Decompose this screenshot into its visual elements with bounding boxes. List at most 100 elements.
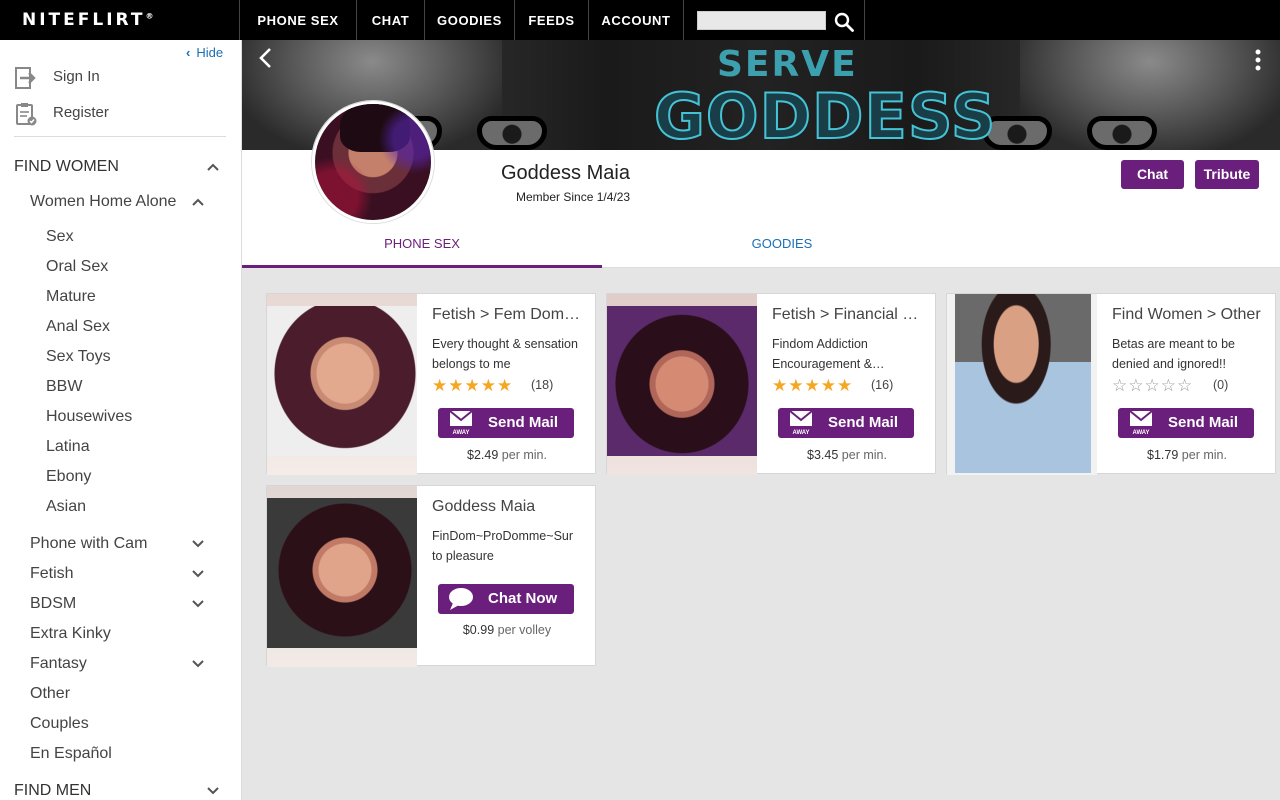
send-mail-button[interactable]: AWAY Send Mail bbox=[778, 408, 914, 438]
rating-stars: ★★★★★ bbox=[772, 376, 854, 395]
sidebar-item-phone-with-cam[interactable]: Phone with Cam bbox=[30, 535, 147, 553]
register-label: Register bbox=[53, 104, 109, 121]
sidebar-item-bdsm[interactable]: BDSM bbox=[30, 595, 76, 613]
avatar[interactable] bbox=[312, 101, 434, 223]
sidebar-item-bbw[interactable]: BBW bbox=[46, 378, 82, 396]
chat-now-label: Chat Now bbox=[488, 590, 558, 607]
svg-text:AWAY: AWAY bbox=[792, 430, 809, 436]
sidebar-item-oral-sex[interactable]: Oral Sex bbox=[46, 258, 108, 276]
listing-description: FinDom~ProDomme~Sur to pleasure bbox=[432, 529, 574, 563]
nav-goodies[interactable]: GOODIES bbox=[425, 0, 514, 40]
tab-phone-sex[interactable]: PHONE SEX bbox=[242, 236, 602, 268]
sign-in-label: Sign In bbox=[53, 68, 100, 85]
mail-away-icon: AWAY bbox=[789, 410, 813, 436]
nav-chat[interactable]: CHAT bbox=[357, 0, 424, 40]
nav-feeds[interactable]: FEEDS bbox=[515, 0, 588, 40]
sidebar-item-housewives[interactable]: Housewives bbox=[46, 408, 132, 426]
sidebar-item-latina[interactable]: Latina bbox=[46, 438, 90, 456]
chevron-down-icon[interactable] bbox=[192, 538, 204, 550]
find-men-header[interactable]: FIND MEN bbox=[14, 782, 91, 800]
listing-card[interactable]: Fetish > Financial D… Findom Addiction E… bbox=[606, 293, 936, 475]
listing-title[interactable]: Find Women > Other bbox=[1112, 306, 1267, 324]
listing-card[interactable]: Goddess Maia FinDom~ProDomme~Sur to plea… bbox=[266, 485, 596, 667]
member-since: Member Since 1/4/23 bbox=[516, 190, 631, 204]
svg-text:AWAY: AWAY bbox=[1132, 430, 1149, 436]
listing-title[interactable]: Fetish > Fem Dom… bbox=[432, 306, 587, 324]
sidebar-item-mature[interactable]: Mature bbox=[46, 288, 96, 306]
more-options-icon[interactable] bbox=[1252, 49, 1264, 71]
search-icon[interactable] bbox=[834, 12, 854, 32]
sidebar-item-couples[interactable]: Couples bbox=[30, 715, 89, 733]
sidebar-item-en-espanol[interactable]: En Español bbox=[30, 745, 112, 763]
review-count[interactable]: (0) bbox=[1213, 378, 1228, 392]
send-mail-label: Send Mail bbox=[1168, 414, 1239, 431]
chevron-down-icon[interactable] bbox=[192, 658, 204, 670]
nav-account[interactable]: ACCOUNT bbox=[589, 0, 683, 40]
chat-button[interactable]: Chat bbox=[1121, 160, 1184, 189]
chevron-left-icon: ‹ bbox=[186, 45, 191, 60]
sidebar-item-extra-kinky[interactable]: Extra Kinky bbox=[30, 625, 111, 643]
send-mail-button[interactable]: AWAY Send Mail bbox=[438, 408, 574, 438]
review-count[interactable]: (18) bbox=[531, 378, 553, 392]
sidebar-divider bbox=[14, 136, 226, 137]
sign-in-icon bbox=[15, 67, 36, 89]
listing-photo[interactable] bbox=[947, 294, 1097, 475]
search-input[interactable] bbox=[697, 11, 826, 30]
tribute-button[interactable]: Tribute bbox=[1195, 160, 1259, 189]
top-nav: NITEFLIRT® PHONE SEX CHAT GOODIES FEEDS … bbox=[0, 0, 1280, 40]
sidebar: ‹ Hide Sign In Register FIND WOMEN Women … bbox=[0, 40, 242, 800]
chevron-down-icon[interactable] bbox=[192, 598, 204, 610]
back-arrow-icon[interactable] bbox=[256, 46, 276, 70]
sidebar-item-fantasy[interactable]: Fantasy bbox=[30, 655, 87, 673]
find-women-header[interactable]: FIND WOMEN bbox=[14, 158, 119, 176]
chat-bubble-icon bbox=[449, 588, 473, 610]
listing-card[interactable]: Fetish > Fem Dom… Every thought & sensat… bbox=[266, 293, 596, 475]
listing-photo[interactable] bbox=[607, 294, 757, 475]
mail-away-icon: AWAY bbox=[1129, 410, 1153, 436]
banner-glasses bbox=[477, 116, 547, 150]
profile-name: Goddess Maia bbox=[501, 162, 630, 184]
svg-text:AWAY: AWAY bbox=[452, 430, 469, 436]
listing-title[interactable]: Goddess Maia bbox=[432, 498, 587, 516]
mail-away-icon: AWAY bbox=[449, 410, 473, 436]
chevron-down-icon[interactable] bbox=[192, 568, 204, 580]
nav-phone-sex[interactable]: PHONE SEX bbox=[240, 0, 356, 40]
main-content: SERVE GODDESS Goddess Maia Member Since … bbox=[242, 40, 1280, 800]
listing-price: $1.79 per min. bbox=[1147, 448, 1227, 462]
listing-photo[interactable] bbox=[267, 294, 417, 475]
review-count[interactable]: (16) bbox=[871, 378, 893, 392]
banner-goddess-text: GODDESS bbox=[653, 79, 997, 150]
chevron-up-icon[interactable] bbox=[192, 196, 204, 208]
hide-sidebar-link[interactable]: ‹ Hide bbox=[186, 45, 223, 60]
banner-serve-text: SERVE bbox=[717, 44, 858, 85]
listing-price: $2.49 per min. bbox=[467, 448, 547, 462]
banner-glasses bbox=[1087, 116, 1157, 150]
send-mail-button[interactable]: AWAY Send Mail bbox=[1118, 408, 1254, 438]
rating-stars: ★★★★★ bbox=[432, 376, 514, 395]
listing-photo[interactable] bbox=[267, 486, 417, 667]
sidebar-item-ebony[interactable]: Ebony bbox=[46, 468, 91, 486]
sidebar-item-anal-sex[interactable]: Anal Sex bbox=[46, 318, 110, 336]
listing-title[interactable]: Fetish > Financial D… bbox=[772, 306, 927, 324]
hide-label: Hide bbox=[196, 45, 224, 60]
niteflirt-logo[interactable]: NITEFLIRT® bbox=[22, 10, 153, 30]
send-mail-label: Send Mail bbox=[828, 414, 899, 431]
sidebar-item-fetish[interactable]: Fetish bbox=[30, 565, 74, 583]
nav-divider bbox=[864, 0, 865, 40]
sidebar-item-sex-toys[interactable]: Sex Toys bbox=[46, 348, 111, 366]
chevron-up-icon[interactable] bbox=[207, 161, 219, 173]
sidebar-item-sex[interactable]: Sex bbox=[46, 228, 74, 246]
women-home-alone[interactable]: Women Home Alone bbox=[30, 193, 176, 211]
rating-stars: ☆☆☆☆☆ bbox=[1112, 376, 1194, 395]
send-mail-label: Send Mail bbox=[488, 414, 559, 431]
sidebar-item-asian[interactable]: Asian bbox=[46, 498, 86, 516]
chevron-down-icon[interactable] bbox=[207, 785, 219, 797]
clipboard-icon bbox=[16, 103, 37, 126]
listing-price: $3.45 per min. bbox=[807, 448, 887, 462]
chat-now-button[interactable]: Chat Now bbox=[438, 584, 574, 614]
listing-card[interactable]: Find Women > Other Betas are meant to be… bbox=[946, 293, 1276, 475]
sidebar-item-other[interactable]: Other bbox=[30, 685, 70, 703]
listing-price: $0.99 per volley bbox=[462, 623, 552, 637]
nav-divider bbox=[683, 0, 684, 40]
tab-goodies[interactable]: GOODIES bbox=[602, 236, 962, 268]
